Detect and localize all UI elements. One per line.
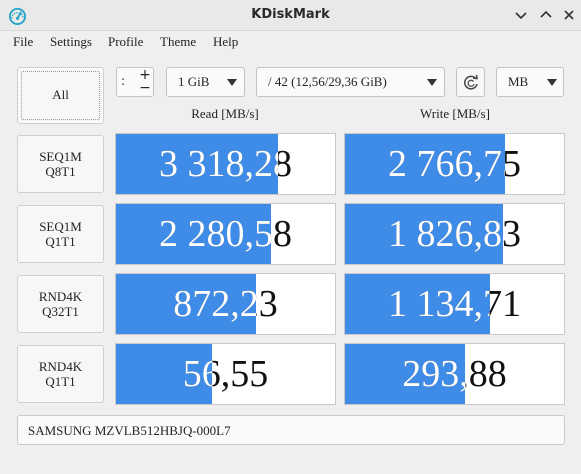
title-bar: KDiskMark bbox=[0, 0, 581, 31]
chevron-down-icon bbox=[227, 79, 237, 86]
menu-theme[interactable]: Theme bbox=[160, 34, 196, 50]
maximize-icon[interactable] bbox=[537, 6, 555, 24]
target-drive-value: / 42 (12,56/29,36 GiB) bbox=[268, 74, 387, 89]
test-params: Q1T1 bbox=[45, 234, 76, 249]
run-all-button[interactable]: All bbox=[17, 67, 104, 124]
write-result-seq1m-q8t1: 2 766,75 2 766,75 bbox=[344, 133, 565, 195]
chevron-down-icon bbox=[547, 79, 557, 86]
target-drive-select[interactable]: / 42 (12,56/29,36 GiB) bbox=[256, 67, 445, 97]
refresh-drives-button[interactable] bbox=[456, 67, 485, 97]
read-result-seq1m-q8t1: 3 318,28 3 318,28 bbox=[115, 133, 336, 195]
test-button-rnd4k-q1t1[interactable]: RND4K Q1T1 bbox=[17, 345, 104, 403]
test-name: RND4K bbox=[38, 359, 83, 374]
write-result-rnd4k-q1t1: 293,88 293,88 bbox=[344, 343, 565, 405]
write-column-header: Write [MB/s] bbox=[420, 106, 490, 121]
test-button-seq1m-q1t1[interactable]: SEQ1M Q1T1 bbox=[17, 205, 104, 263]
loops-value: : bbox=[121, 74, 126, 88]
test-name: SEQ1M bbox=[39, 149, 82, 164]
read-column-header: Read [MB/s] bbox=[191, 106, 259, 121]
read-result-seq1m-q1t1: 2 280,58 2 280,58 bbox=[115, 203, 336, 265]
test-name: RND4K bbox=[38, 289, 83, 304]
read-result-rnd4k-q1t1: 56,55 56,55 bbox=[115, 343, 336, 405]
chevron-down-icon bbox=[427, 79, 437, 86]
unit-value: MB bbox=[508, 74, 529, 89]
read-result-rnd4k-q32t1: 872,23 872,23 bbox=[115, 273, 336, 335]
decrement-button[interactable]: − bbox=[137, 81, 153, 96]
write-result-rnd4k-q32t1: 1 134,71 1 134,71 bbox=[344, 273, 565, 335]
file-size-value: 1 GiB bbox=[178, 74, 210, 89]
test-name: SEQ1M bbox=[39, 219, 82, 234]
test-params: Q8T1 bbox=[45, 164, 76, 179]
menu-profile[interactable]: Profile bbox=[108, 34, 143, 50]
menu-file[interactable]: File bbox=[13, 34, 33, 50]
loops-spinbox[interactable]: : + − bbox=[116, 67, 154, 97]
test-params: Q32T1 bbox=[42, 304, 79, 319]
device-name: SAMSUNG MZVLB512HBJQ-000L7 bbox=[28, 423, 231, 438]
file-size-select[interactable]: 1 GiB bbox=[166, 67, 245, 97]
menu-bar: File Settings Profile Theme Help bbox=[0, 31, 581, 53]
write-result-seq1m-q1t1: 1 826,83 1 826,83 bbox=[344, 203, 565, 265]
close-icon[interactable] bbox=[560, 6, 578, 24]
unit-select[interactable]: MB bbox=[496, 67, 564, 97]
refresh-icon bbox=[464, 74, 478, 90]
device-info-field[interactable]: SAMSUNG MZVLB512HBJQ-000L7 bbox=[17, 415, 565, 445]
main-panel: All : + − 1 GiB / 42 (12,56/29,36 GiB) M… bbox=[0, 53, 581, 474]
minimize-icon[interactable] bbox=[512, 6, 530, 24]
window-title: KDiskMark bbox=[251, 7, 330, 22]
menu-help[interactable]: Help bbox=[213, 34, 238, 50]
run-all-label: All bbox=[52, 87, 69, 102]
test-button-rnd4k-q32t1[interactable]: RND4K Q32T1 bbox=[17, 275, 104, 333]
test-params: Q1T1 bbox=[45, 374, 76, 389]
menu-settings[interactable]: Settings bbox=[50, 34, 92, 50]
test-button-seq1m-q8t1[interactable]: SEQ1M Q8T1 bbox=[17, 135, 104, 193]
